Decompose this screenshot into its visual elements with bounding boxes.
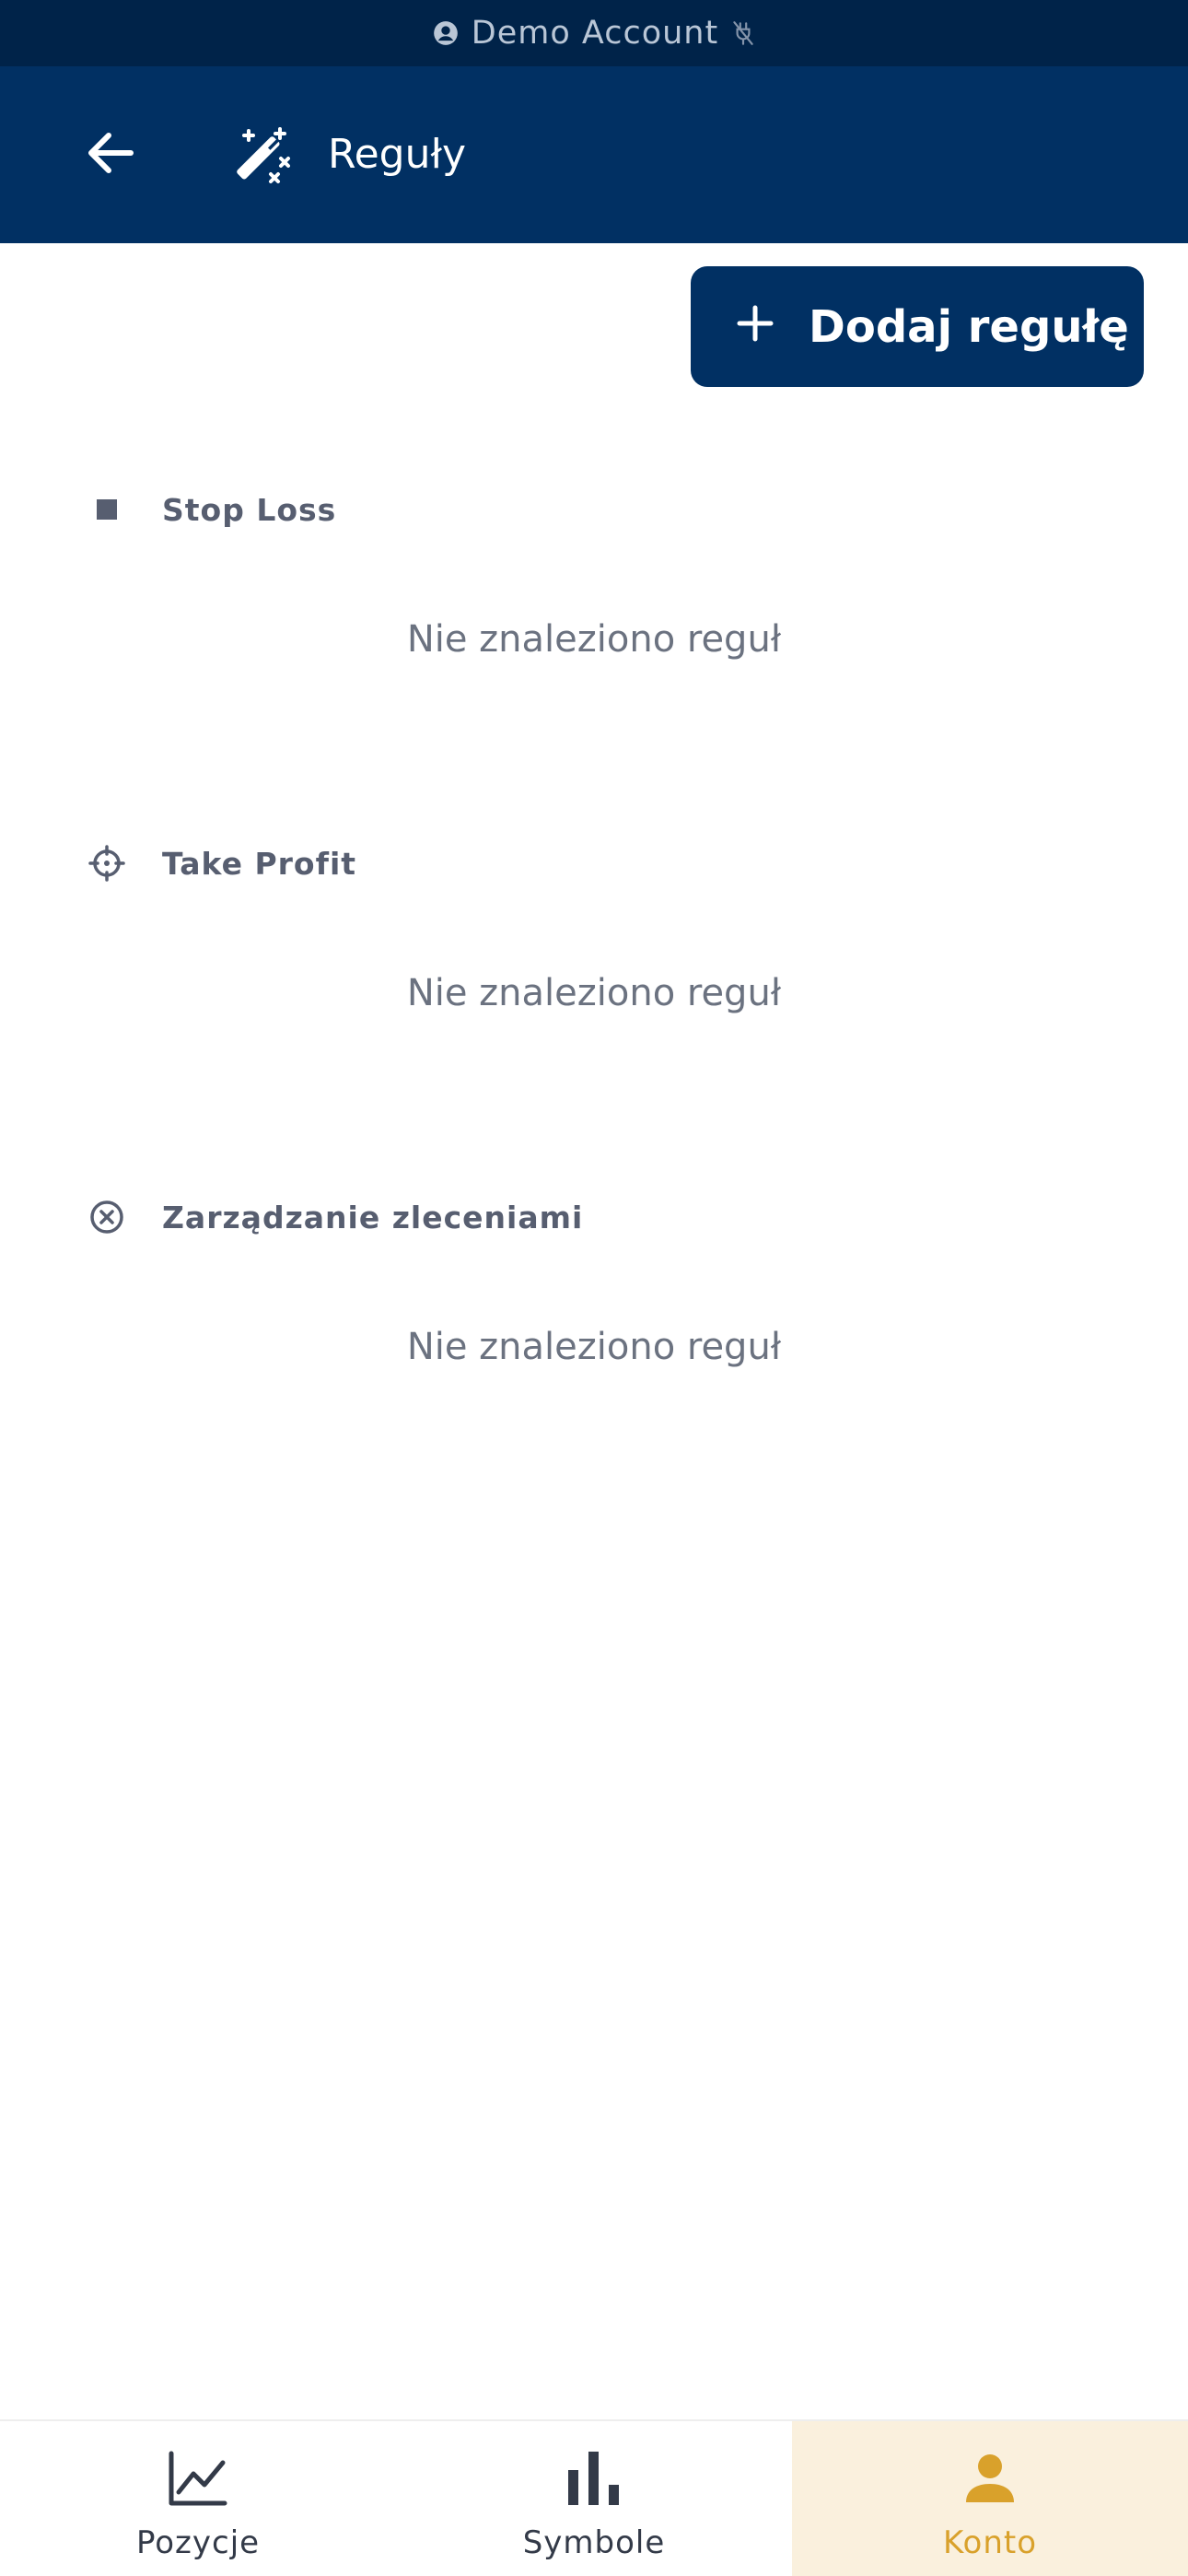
section-header: Stop Loss [85,489,336,530]
magic-wand-icon [230,127,291,190]
no-connection-icon [731,19,755,47]
section-title: Take Profit [162,845,357,882]
user-icon [964,2449,1016,2508]
nav-label: Konto [942,2524,1038,2561]
page-title: Reguły [328,131,467,178]
empty-message: Nie znaleziono reguł [406,1326,782,1368]
account-circle-icon [433,20,459,46]
section-header: Take Profit [85,843,356,884]
app-root: Demo Account Reguły Dodaj regułę Stop Lo… [0,0,1188,2576]
section-header: Zarządzanie zleceniami [85,1197,583,1237]
add-rule-button[interactable]: Dodaj regułę [691,266,1144,387]
plus-icon [737,301,774,353]
empty-message: Nie znaleziono reguł [406,618,782,661]
demo-account-strip: Demo Account [0,0,1188,66]
line-chart-icon [168,2449,228,2508]
nav-item-symbols[interactable]: Symbole [396,2421,792,2576]
bottom-navigation: Pozycje Symbole Konto [0,2419,1188,2576]
crosshair-icon [85,843,129,884]
square-icon [85,489,129,530]
section-title: Stop Loss [162,491,337,528]
arrow-left-icon [85,130,136,180]
app-bar: Reguły [0,66,1188,243]
nav-label: Pozycje [135,2524,261,2561]
empty-message: Nie znaleziono reguł [406,972,782,1014]
nav-item-positions[interactable]: Pozycje [0,2421,396,2576]
nav-label: Symbole [522,2524,666,2561]
section-title: Zarządzanie zleceniami [162,1199,584,1235]
back-button[interactable] [74,122,147,188]
add-rule-label: Dodaj regułę [809,300,1129,353]
x-circle-icon [85,1197,129,1237]
demo-account-label: Demo Account [471,15,719,52]
bar-chart-icon [566,2449,622,2508]
nav-item-account[interactable]: Konto [792,2421,1188,2576]
